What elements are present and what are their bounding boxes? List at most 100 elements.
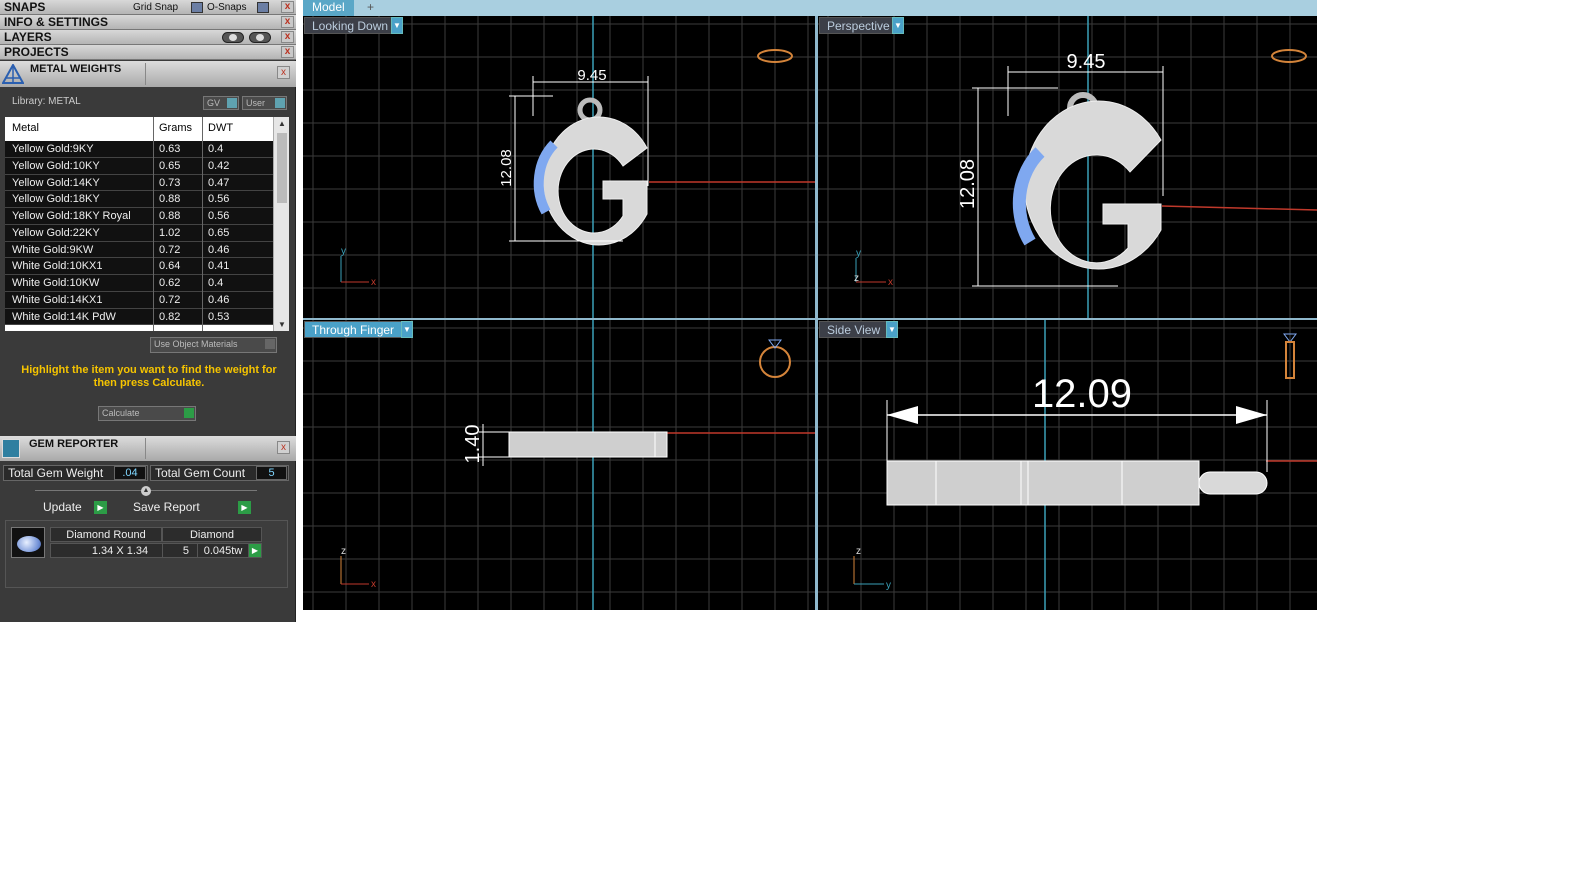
through-finger-viewport[interactable]: 1.40 z x Through Finger ▼ [303,320,815,610]
table-body: Yellow Gold:9KY 0.63 0.4 Yellow Gold:10KY 0.… [5,141,273,326]
ring-view-icon[interactable] [1271,49,1307,63]
add-tab-button[interactable]: + [357,0,386,16]
bail-side [1198,471,1268,495]
dwt-cell: 0.42 [208,159,230,172]
play-icon [184,408,194,418]
left-panel: SNAPS Grid Snap O-Snaps x INFO & SETTING… [0,0,296,622]
pendant-profile [508,431,668,458]
letter-g-shape [1024,100,1162,270]
dwt-cell: 0.4 [208,277,224,289]
eye-icon[interactable] [249,32,271,43]
width-dimension: 9.45 [577,67,606,84]
axis-label-z: z [341,546,346,557]
save-report-button[interactable]: Save Report ▶ [131,500,251,515]
gem-reporter-header: GEM REPORTER x [0,436,296,461]
table-row[interactable]: White Gold:9KW 0.72 0.46 [5,241,273,259]
toggle-indicator [227,98,237,108]
view-label-through-finger[interactable]: Through Finger ▼ [304,321,413,338]
metal-name-cell: Yellow Gold:10KY [12,159,100,172]
gem-material: Diamond [162,527,262,542]
metal-name-cell: Yellow Gold:9KY [12,143,94,155]
close-icon[interactable]: x [281,31,294,43]
axis-label-z: z [856,546,861,557]
dwt-cell: 0.46 [208,293,230,306]
side-view-viewport[interactable]: 12.09 z y Side View ▼ [818,320,1317,610]
scroll-thumb[interactable] [277,133,287,203]
dropdown-icon[interactable]: ▼ [886,321,898,338]
info-settings-title: INFO & SETTINGS [4,15,109,29]
tab-model[interactable]: Model [303,0,354,16]
close-icon[interactable]: x [281,16,294,28]
calculate-label: Calculate [102,408,140,418]
column-header-dwt[interactable]: DWT [208,122,233,134]
table-scrollbar[interactable]: ▲ ▼ [273,117,289,331]
grams-cell: 0.62 [159,277,181,289]
layers-header[interactable]: LAYERS x [0,30,296,45]
view-label-looking-down[interactable]: Looking Down ▼ [304,17,403,34]
table-row[interactable]: White Gold:10KW 0.62 0.4 [5,275,273,292]
thickness-dimension: 1.40 [462,425,484,464]
scroll-up-icon[interactable]: ▲ [277,119,287,128]
dropdown-icon[interactable]: ▼ [391,17,403,34]
dropdown-icon[interactable]: ▼ [892,17,904,34]
column-header-grams[interactable]: Grams [159,122,192,134]
column-divider [153,117,154,331]
table-row[interactable]: Yellow Gold:10KY 0.65 0.42 [5,157,273,175]
view-label-text: Through Finger [312,323,395,337]
dropdown-icon[interactable]: ▼ [401,321,413,338]
viewport-splitter-vertical[interactable] [815,16,818,610]
user-toggle[interactable]: User [242,96,287,110]
snaps-header[interactable]: SNAPS Grid Snap O-Snaps x [0,0,296,15]
use-object-materials-toggle[interactable]: Use Object Materials [150,337,277,353]
scroll-down-icon[interactable]: ▼ [277,320,287,329]
metal-name-cell: Yellow Gold:18KY [12,193,100,206]
table-header: Metal Grams DWT [5,117,273,140]
table-row[interactable]: Yellow Gold:22KY 1.02 0.65 [5,224,273,242]
projects-header[interactable]: PROJECTS x [0,45,296,60]
axis-label-y: y [341,246,346,257]
table-row[interactable]: Yellow Gold:18KY Royal 0.88 0.56 [5,208,273,225]
metal-name-cell: Yellow Gold:22KY [12,226,100,239]
view-label-perspective[interactable]: Perspective ▼ [819,17,904,34]
gv-toggle[interactable]: GV [203,96,239,110]
calculate-button[interactable]: Calculate [98,406,196,421]
column-header-metal[interactable]: Metal [12,122,39,134]
dwt-cell: 0.56 [208,210,230,222]
collapse-icon[interactable]: ▲ [141,486,151,496]
snaps-title: SNAPS [4,0,46,14]
table-row[interactable]: Yellow Gold:9KY 0.63 0.4 [5,141,273,158]
table-row[interactable]: White Gold:10KX1 0.64 0.41 [5,258,273,275]
round-diamond-icon [17,536,41,552]
dwt-cell: 0.53 [208,310,230,323]
axis-label-x: x [371,579,376,590]
metal-weights-table: Metal Grams DWT Yellow Gold:9KY 0.63 0.4 Ye… [5,117,289,331]
viewport-splitter-horizontal[interactable] [303,318,1317,320]
table-row[interactable]: White Gold:14K PdW 0.82 0.53 [5,308,273,326]
divider [145,438,146,459]
table-row[interactable]: White Gold:14KX1 0.72 0.46 [5,291,273,309]
width-dimension: 9.45 [1067,51,1106,73]
grid-snap-toggle[interactable] [191,2,203,13]
side-view-canvas: 12.09 z y [818,320,1317,610]
info-settings-header[interactable]: INFO & SETTINGS x [0,15,296,30]
close-icon[interactable]: x [281,1,294,13]
o-snaps-label: O-Snaps [207,2,247,13]
play-icon[interactable]: ▶ [248,543,262,558]
use-object-materials-label: Use Object Materials [154,339,238,349]
axis-label-y: y [856,248,861,259]
gv-label: GV [207,98,221,108]
close-icon[interactable]: x [277,441,290,454]
looking-down-viewport[interactable]: 9.45 12.08 y x Looking Down ▼ [303,16,815,318]
play-icon: ▶ [94,501,107,514]
o-snaps-toggle[interactable] [257,2,269,13]
close-icon[interactable]: x [277,66,290,79]
table-row[interactable]: Yellow Gold:14KY 0.73 0.47 [5,174,273,192]
view-label-side-view[interactable]: Side View ▼ [819,321,898,338]
total-gem-weight-value: .04 [114,466,146,480]
dwt-cell: 0.4 [208,143,224,155]
eye-icon[interactable] [222,32,244,43]
update-button[interactable]: Update ▶ [41,500,107,515]
perspective-viewport[interactable]: 9.45 12.08 y z x Perspective ▼ [818,16,1317,318]
close-icon[interactable]: x [281,46,294,58]
table-row[interactable]: Yellow Gold:18KY 0.88 0.56 [5,191,273,208]
